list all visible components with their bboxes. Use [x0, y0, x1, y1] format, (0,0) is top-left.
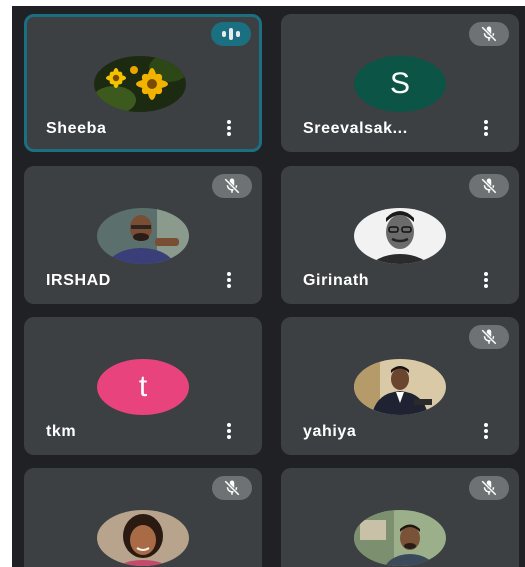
audio-level-icon	[211, 22, 251, 46]
participant-tile-tkm[interactable]: t tkm	[24, 317, 262, 455]
participant-name: yahiya	[303, 423, 357, 440]
participant-tile-irshad[interactable]: IRSHAD	[24, 166, 262, 304]
participant-name: IRSHAD	[46, 272, 111, 289]
more-vert-icon[interactable]	[226, 423, 232, 441]
woman-photo	[97, 510, 189, 566]
man-outdoor-photo	[354, 510, 446, 566]
mic-off-icon	[469, 22, 509, 46]
avatar	[94, 56, 186, 112]
avatar	[97, 208, 189, 264]
avatar	[354, 208, 446, 264]
man-suit-photo	[354, 359, 446, 415]
participant-tile-sreevalsak[interactable]: S Sreevalsak...	[281, 14, 519, 152]
participant-name: Girinath	[303, 272, 370, 289]
participant-tile-sheeba[interactable]: Sheeba	[24, 14, 262, 152]
participant-tile-yahiya[interactable]: yahiya	[281, 317, 519, 455]
avatar-initial: S	[389, 67, 410, 100]
more-vert-icon[interactable]	[483, 272, 489, 290]
mic-off-icon	[469, 476, 509, 500]
participant-tile-girinath[interactable]: Girinath	[281, 166, 519, 304]
more-vert-icon[interactable]	[226, 272, 232, 290]
mic-off-icon	[212, 476, 252, 500]
avatar: S	[354, 56, 446, 112]
meeting-grid: Sheeba S Sreevalsak... IRSHAD Girinath t…	[12, 6, 525, 567]
avatar	[354, 510, 446, 566]
more-vert-icon[interactable]	[483, 423, 489, 441]
participant-tile-woman[interactable]	[24, 468, 262, 567]
man-photo	[97, 208, 189, 264]
avatar-initial: t	[138, 370, 148, 403]
participant-name: Sreevalsak...	[303, 120, 408, 137]
mic-off-icon	[469, 325, 509, 349]
avatar	[354, 359, 446, 415]
participant-tile-man-outdoor[interactable]	[281, 468, 519, 567]
mic-off-icon	[469, 174, 509, 198]
avatar	[97, 510, 189, 566]
more-vert-icon[interactable]	[483, 120, 489, 138]
more-vert-icon[interactable]	[226, 120, 232, 138]
participant-name: tkm	[46, 423, 77, 440]
participant-name: Sheeba	[46, 120, 107, 137]
man-bw-photo	[354, 208, 446, 264]
avatar: t	[97, 359, 189, 415]
yellow-flowers-photo	[94, 56, 186, 112]
mic-off-icon	[212, 174, 252, 198]
